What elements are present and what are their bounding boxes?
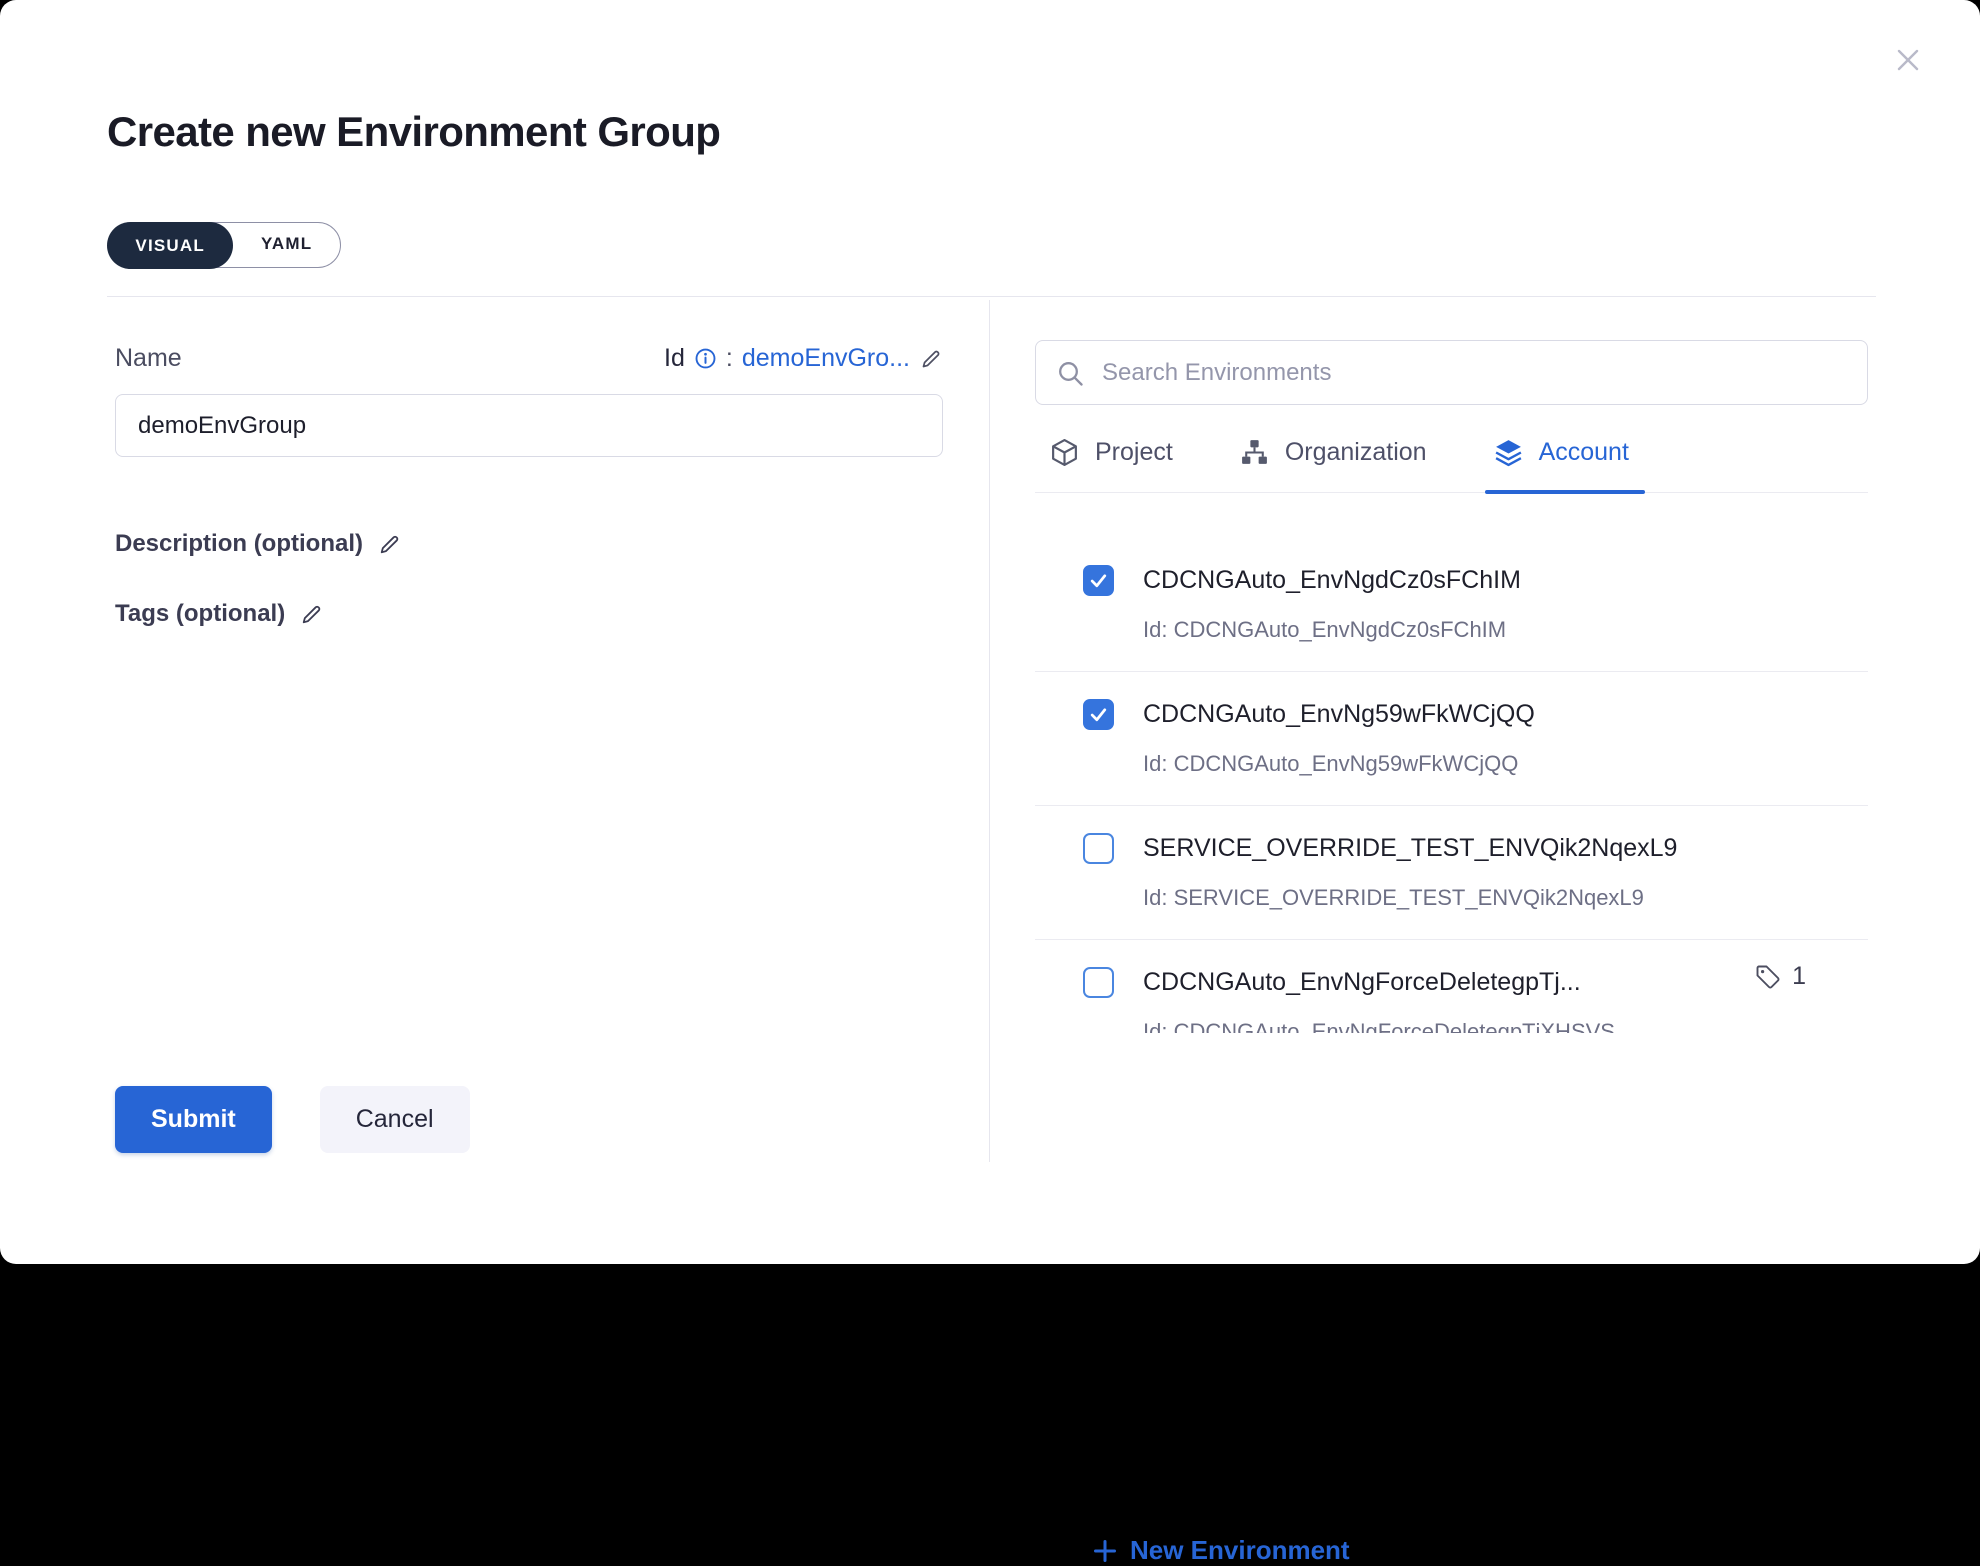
environment-checkbox[interactable]	[1083, 565, 1114, 596]
environment-name: SERVICE_OVERRIDE_TEST_ENVQik2NqexL9	[1143, 832, 1677, 864]
environment-list: CDCNGAuto_EnvNgdCz0sFChIM Id: CDCNGAuto_…	[1035, 493, 1868, 1033]
name-field-header: Name Id : demoEnvGro...	[115, 344, 943, 373]
name-input[interactable]	[115, 394, 943, 457]
environment-name: CDCNGAuto_EnvNgdCz0sFChIM	[1143, 564, 1521, 596]
check-icon	[1088, 570, 1109, 591]
edit-id-pencil-icon[interactable]	[919, 347, 943, 371]
submit-button[interactable]: Submit	[115, 1086, 272, 1153]
tab-project-label: Project	[1095, 438, 1173, 467]
info-icon[interactable]	[694, 347, 717, 370]
column-divider	[989, 300, 990, 1162]
tag-count-badge: 1	[1754, 962, 1806, 991]
header-divider	[107, 296, 1876, 297]
description-label: Description (optional)	[115, 530, 363, 558]
scope-tabs: Project Organization Account	[1035, 413, 1868, 493]
id-value-link[interactable]: demoEnvGro...	[742, 344, 910, 373]
environment-checkbox[interactable]	[1083, 833, 1114, 864]
tab-account-label: Account	[1539, 438, 1629, 467]
tab-project[interactable]: Project	[1049, 413, 1173, 493]
page-title: Create new Environment Group	[107, 108, 720, 156]
visual-yaml-toggle: VISUAL YAML	[108, 222, 341, 268]
close-icon[interactable]	[1888, 40, 1928, 80]
search-box	[1035, 340, 1868, 405]
environment-checkbox[interactable]	[1083, 967, 1114, 998]
environment-checkbox[interactable]	[1083, 699, 1114, 730]
check-icon	[1088, 704, 1109, 725]
tags-section: Tags (optional)	[115, 600, 324, 628]
environment-id: Id: CDCNGAuto_EnvNgdCz0sFChIM	[1143, 616, 1506, 644]
create-environment-group-dialog: Create new Environment Group VISUAL YAML…	[0, 0, 1980, 1264]
environment-id: Id: SERVICE_OVERRIDE_TEST_ENVQik2NqexL9	[1143, 884, 1644, 912]
tab-yaml[interactable]: YAML	[233, 222, 340, 268]
environment-id: Id: CDCNGAuto_EnvNg59wFkWCjQQ	[1143, 750, 1518, 778]
tab-visual[interactable]: VISUAL	[107, 222, 233, 269]
name-label: Name	[115, 344, 182, 373]
search-input[interactable]	[1036, 341, 1867, 404]
tags-label: Tags (optional)	[115, 600, 285, 628]
tab-organization[interactable]: Organization	[1239, 413, 1427, 493]
cancel-button[interactable]: Cancel	[320, 1086, 470, 1153]
environment-row: CDCNGAuto_EnvNgForceDeletegpTj... Id: CD…	[1035, 940, 1868, 1033]
layers-icon	[1493, 437, 1524, 468]
tab-organization-label: Organization	[1285, 438, 1427, 467]
tag-icon	[1754, 963, 1782, 991]
environment-row: SERVICE_OVERRIDE_TEST_ENVQik2NqexL9 Id: …	[1035, 806, 1868, 940]
cube-icon	[1049, 437, 1080, 468]
tag-count: 1	[1792, 962, 1806, 991]
identifier-row: Id : demoEnvGro...	[664, 344, 943, 373]
tab-account[interactable]: Account	[1493, 413, 1629, 493]
id-label: Id	[664, 344, 685, 373]
description-section: Description (optional)	[115, 530, 402, 558]
id-colon: :	[726, 344, 733, 373]
environment-row: CDCNGAuto_EnvNgdCz0sFChIM Id: CDCNGAuto_…	[1035, 538, 1868, 672]
edit-description-pencil-icon[interactable]	[377, 532, 402, 557]
environment-id: Id: CDCNGAuto_EnvNgForceDeletegpTjXHSVS	[1143, 1018, 1615, 1033]
plus-icon	[1092, 1538, 1118, 1564]
environment-name: CDCNGAuto_EnvNgForceDeletegpTj...	[1143, 966, 1581, 998]
environment-row: CDCNGAuto_EnvNg59wFkWCjQQ Id: CDCNGAuto_…	[1035, 672, 1868, 806]
edit-tags-pencil-icon[interactable]	[299, 602, 324, 627]
org-chart-icon	[1239, 437, 1270, 468]
environment-picker: Project Organization Account CDCNGAuto_E…	[1035, 340, 1868, 1210]
form-actions: Submit Cancel	[115, 1086, 470, 1153]
new-environment-button[interactable]: New Environment	[1092, 1535, 1350, 1566]
environment-name: CDCNGAuto_EnvNg59wFkWCjQQ	[1143, 698, 1535, 730]
new-environment-label: New Environment	[1130, 1535, 1350, 1566]
